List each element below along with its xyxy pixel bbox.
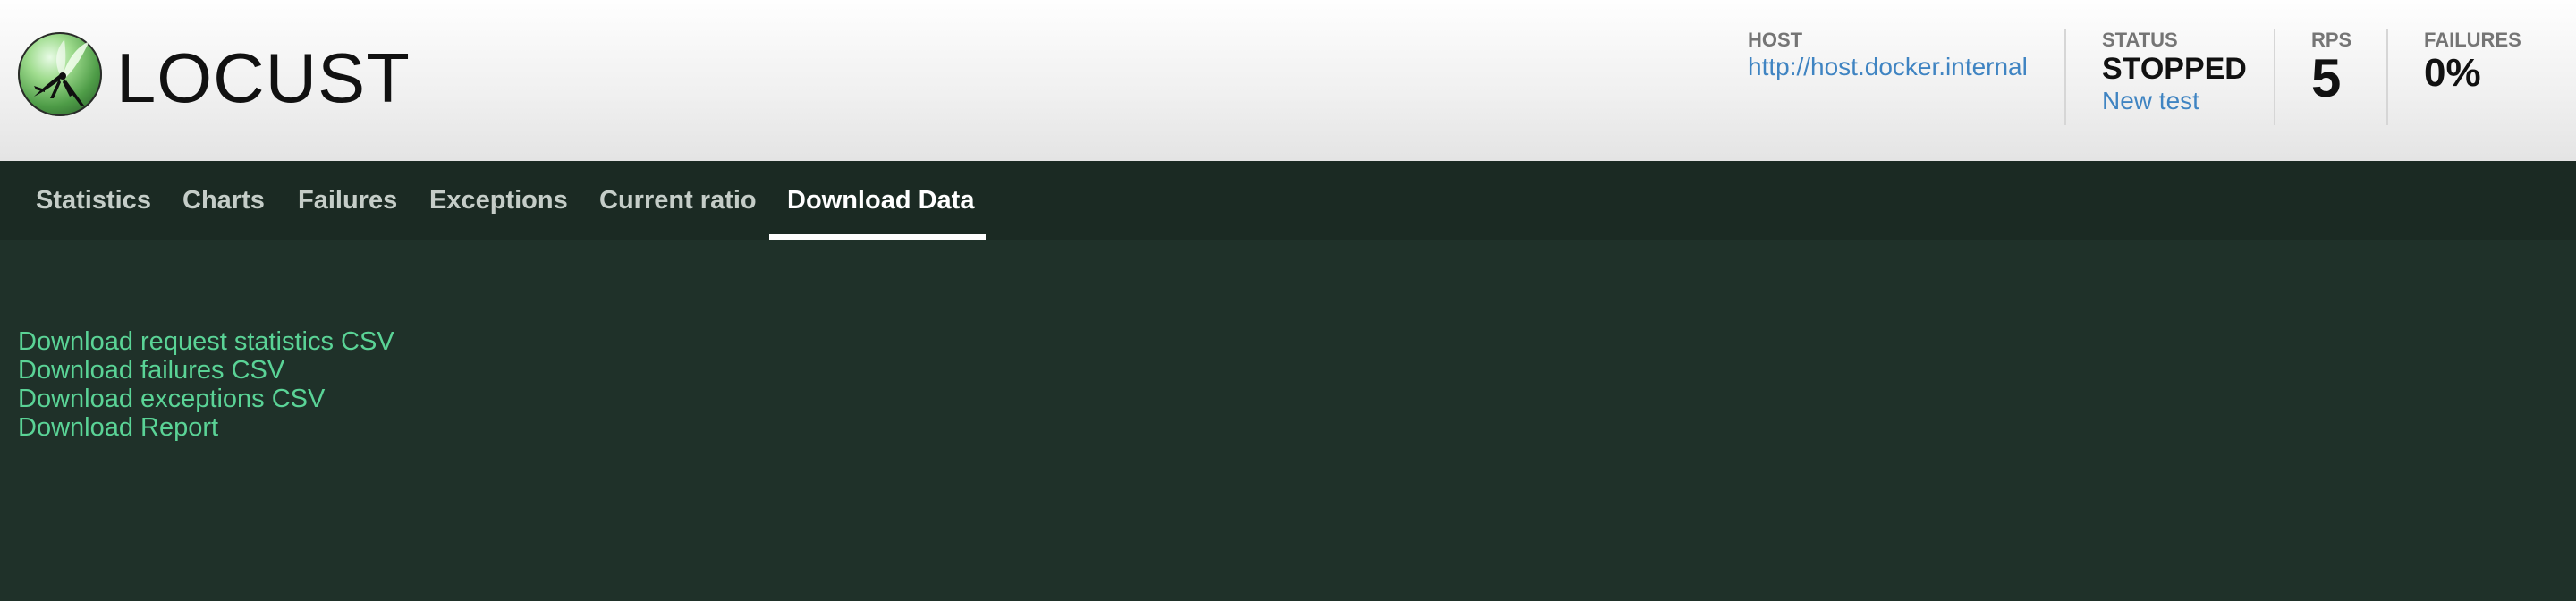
host-label: HOST bbox=[1748, 29, 1803, 51]
locust-logo-icon bbox=[18, 32, 102, 116]
download-exceptions-csv-link[interactable]: Download exceptions CSV bbox=[18, 385, 394, 413]
brand-name: LOCUST bbox=[116, 38, 411, 117]
header-divider bbox=[2064, 29, 2066, 125]
tab-failures[interactable]: Failures bbox=[298, 161, 397, 240]
download-links: Download request statistics CSV Download… bbox=[18, 327, 394, 442]
rps-value: 5 bbox=[2311, 48, 2342, 108]
tab-charts[interactable]: Charts bbox=[182, 161, 265, 240]
header-divider bbox=[2274, 29, 2275, 125]
header-bar: LOCUST HOST http://host.docker.internal … bbox=[0, 0, 2576, 161]
tab-bar: Statistics Charts Failures Exceptions Cu… bbox=[0, 161, 2576, 240]
status-label: STATUS bbox=[2102, 29, 2178, 51]
new-test-link[interactable]: New test bbox=[2102, 86, 2247, 116]
status-stat: STATUS STOPPED New test bbox=[2102, 29, 2247, 116]
host-stat: HOST http://host.docker.internal bbox=[1748, 29, 2028, 82]
active-tab-indicator bbox=[769, 234, 986, 240]
download-request-statistics-csv-link[interactable]: Download request statistics CSV bbox=[18, 327, 394, 356]
tab-statistics[interactable]: Statistics bbox=[36, 161, 151, 240]
tab-current-ratio[interactable]: Current ratio bbox=[599, 161, 757, 240]
status-value: STOPPED bbox=[2102, 52, 2247, 86]
failures-label: FAILURES bbox=[2424, 29, 2521, 51]
failures-stat: FAILURES 0% bbox=[2424, 29, 2521, 95]
host-value: http://host.docker.internal bbox=[1748, 53, 2028, 80]
tab-exceptions[interactable]: Exceptions bbox=[429, 161, 568, 240]
download-report-link[interactable]: Download Report bbox=[18, 413, 394, 442]
header-divider bbox=[2386, 29, 2388, 125]
tab-download-data[interactable]: Download Data bbox=[787, 161, 974, 240]
rps-stat: RPS 5 bbox=[2311, 29, 2351, 106]
failures-value: 0% bbox=[2424, 51, 2481, 95]
download-failures-csv-link[interactable]: Download failures CSV bbox=[18, 356, 394, 385]
